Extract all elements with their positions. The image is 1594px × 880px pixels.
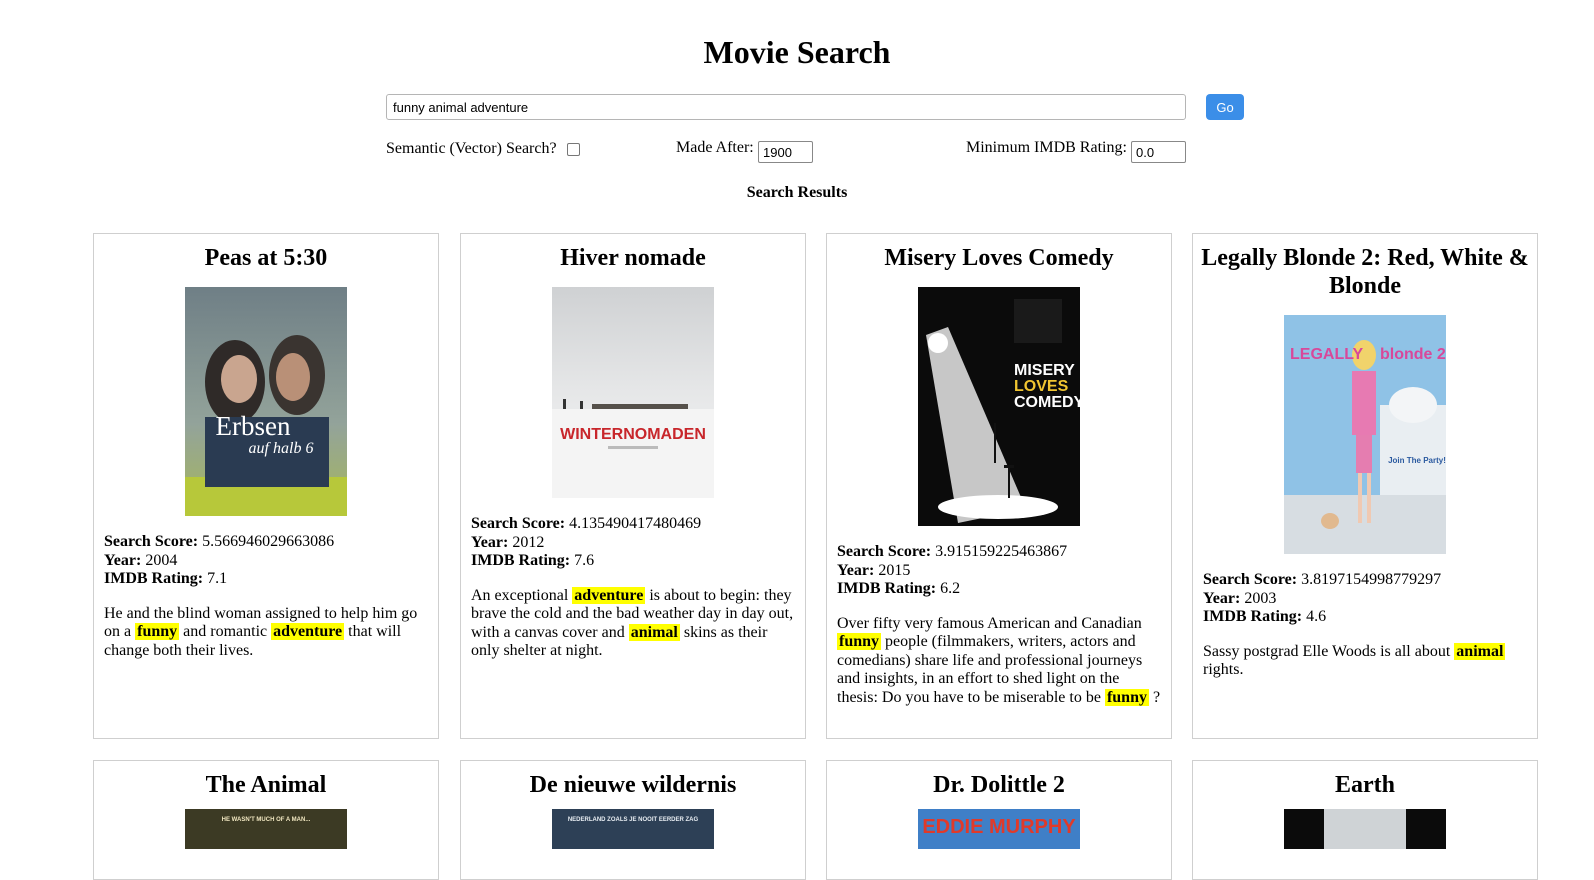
- rating-label: IMDB Rating:: [471, 552, 571, 569]
- poster-title-1: Erbsen: [216, 411, 291, 441]
- rating-value: 6.2: [940, 580, 961, 597]
- card-title: Hiver nomade: [560, 245, 706, 271]
- card-meta: Search Score: 3.915159225463867 Year: 20…: [827, 543, 1171, 599]
- score-label: Search Score:: [1203, 571, 1298, 588]
- score-label: Search Score:: [104, 533, 199, 550]
- card-meta: Search Score: 4.135490417480469 Year: 20…: [461, 515, 805, 571]
- min-rating-label: Minimum IMDB Rating:: [966, 139, 1127, 156]
- page-title: Movie Search: [703, 34, 891, 70]
- made-after-label: Made After:: [676, 139, 754, 156]
- card-meta: Search Score: 3.8197154998779297 Year: 2…: [1193, 571, 1537, 627]
- poster-tagline: HE WASN'T MUCH OF A MAN...: [222, 817, 311, 823]
- score-label: Search Score:: [837, 543, 932, 560]
- made-after-input[interactable]: [758, 141, 813, 163]
- poster-tagline: Join The Party!: [1388, 456, 1446, 465]
- card-title: The Animal: [205, 772, 327, 798]
- year-label: Year:: [837, 561, 875, 579]
- year-label: Year:: [1203, 589, 1241, 607]
- poster-image: LEGALLY blonde 2 Join The Party!: [1284, 315, 1446, 554]
- rating-value: 4.6: [1306, 608, 1327, 625]
- highlight-term: animal: [628, 623, 680, 641]
- poster-art: Erbsen auf halb 6: [185, 287, 347, 516]
- rating-label: IMDB Rating:: [837, 580, 937, 597]
- year-value: 2015: [878, 561, 911, 579]
- card-title: Earth: [1335, 772, 1395, 798]
- card-description: Over fifty very famous American and Cana…: [837, 614, 1161, 706]
- vector-search-label: Semantic (Vector) Search?: [386, 140, 557, 157]
- results-heading: Search Results: [746, 184, 848, 201]
- highlight-term: funny: [135, 623, 180, 640]
- score-value: 4.135490417480469: [569, 515, 702, 532]
- year-value: 2003: [1244, 589, 1277, 607]
- poster-image: [1284, 809, 1446, 849]
- year-value: 2004: [145, 551, 178, 569]
- card-title: Legally Blonde 2: Red, White & Blonde: [1201, 245, 1529, 299]
- poster-art: LEGALLY blonde 2 Join The Party!: [1284, 315, 1446, 554]
- score-label: Search Score:: [471, 515, 566, 532]
- rating-value: 7.1: [207, 570, 228, 587]
- rating-value: 7.6: [574, 552, 595, 569]
- poster-image: EDDIE MURPHY: [918, 809, 1080, 849]
- poster-image: MISERY LOVES COMEDY: [918, 287, 1080, 526]
- rating-label: IMDB Rating:: [104, 570, 204, 587]
- result-card[interactable]: Dr. Dolittle 2 EDDIE MURPHY: [826, 760, 1172, 880]
- poster-image: HE WASN'T MUCH OF A MAN...: [185, 809, 347, 849]
- poster-tagline: NEDERLAND ZOALS JE NOOIT EERDER ZAG: [568, 817, 699, 823]
- card-description: He and the blind woman assigned to help …: [104, 604, 418, 659]
- poster-art: HE WASN'T MUCH OF A MAN...: [222, 817, 311, 823]
- highlight-term: adventure: [271, 623, 345, 640]
- rating-label: IMDB Rating:: [1203, 608, 1303, 625]
- result-card[interactable]: Legally Blonde 2: Red, White & Blonde LE…: [1192, 233, 1538, 739]
- min-rating-input[interactable]: [1131, 141, 1186, 163]
- result-card[interactable]: Misery Loves Comedy MISERY LOVES COMEDY …: [826, 233, 1172, 739]
- score-value: 3.8197154998779297: [1301, 571, 1442, 588]
- poster-image: WINTERNOMADEN: [552, 287, 714, 498]
- poster-art: [1324, 809, 1406, 849]
- search-input[interactable]: [386, 94, 1186, 120]
- poster-title-1: LEGALLY: [1290, 346, 1364, 363]
- year-value: 2012: [512, 533, 545, 551]
- highlight-term: adventure: [572, 586, 646, 604]
- result-card[interactable]: The Animal HE WASN'T MUCH OF A MAN...: [93, 760, 439, 880]
- poster-title-2: blonde 2: [1380, 346, 1446, 363]
- poster-image: NEDERLAND ZOALS JE NOOIT EERDER ZAG: [552, 809, 714, 849]
- poster-art: NEDERLAND ZOALS JE NOOIT EERDER ZAG: [568, 817, 699, 823]
- vector-search-checkbox[interactable]: [567, 143, 580, 156]
- result-card[interactable]: Earth: [1192, 760, 1538, 880]
- poster-art: WINTERNOMADEN: [552, 287, 714, 498]
- year-label: Year:: [471, 533, 509, 551]
- card-description: Sassy postgrad Elle Woods is all about a…: [1203, 642, 1506, 678]
- poster-title-2: LOVES: [1014, 378, 1069, 395]
- card-title: Peas at 5:30: [204, 245, 328, 271]
- card-meta: Search Score: 5.566946029663086 Year: 20…: [94, 533, 438, 589]
- poster-title-3: COMEDY: [1014, 394, 1080, 411]
- poster-title-2: auf halb 6: [249, 440, 314, 457]
- poster-title: WINTERNOMADEN: [560, 426, 706, 443]
- highlight-term: animal: [1454, 642, 1506, 660]
- go-button[interactable]: Go: [1206, 94, 1244, 120]
- result-card[interactable]: Hiver nomade WINTERNOMADEN Search Score:…: [460, 233, 806, 739]
- card-title: Misery Loves Comedy: [884, 245, 1114, 271]
- poster-title-1: MISERY: [1014, 362, 1075, 379]
- card-title: Dr. Dolittle 2: [933, 772, 1065, 798]
- poster-tagline: EDDIE MURPHY: [922, 816, 1076, 838]
- year-label: Year:: [104, 551, 142, 569]
- poster-art: MISERY LOVES COMEDY: [918, 287, 1080, 526]
- highlight-term: funny: [837, 633, 882, 650]
- highlight-term: funny: [1104, 688, 1149, 706]
- poster-art: EDDIE MURPHY: [922, 816, 1076, 838]
- result-card[interactable]: De nieuwe wildernis NEDERLAND ZOALS JE N…: [460, 760, 806, 880]
- card-title: De nieuwe wildernis: [529, 772, 737, 798]
- score-value: 3.915159225463867: [935, 543, 1068, 560]
- result-card[interactable]: Peas at 5:30 Erbsen auf halb 6 Search Sc…: [93, 233, 439, 739]
- score-value: 5.566946029663086: [202, 533, 335, 550]
- poster-image: Erbsen auf halb 6: [185, 287, 347, 516]
- card-description: An exceptional adventure is about to beg…: [471, 586, 794, 659]
